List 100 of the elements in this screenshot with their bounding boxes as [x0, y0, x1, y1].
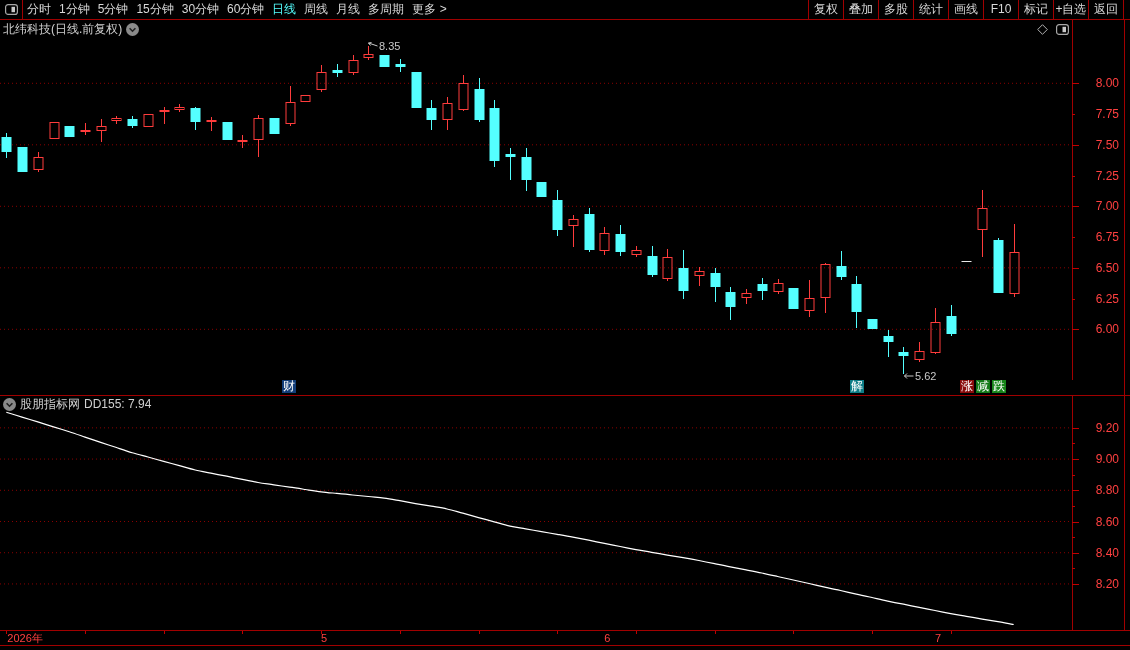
candle: [127, 115, 138, 129]
axis-label: 6.25: [1095, 291, 1119, 306]
candle: [914, 341, 925, 363]
candle: [741, 288, 752, 305]
candle: [568, 214, 579, 248]
toolbar-button[interactable]: +自选: [1053, 0, 1088, 19]
date-label: 6: [604, 632, 611, 644]
arrow-icon: [904, 372, 914, 380]
candle: [599, 226, 610, 256]
candle: [17, 146, 28, 173]
candle: [316, 64, 327, 93]
candle: [804, 279, 815, 318]
period-tab[interactable]: 1分钟: [55, 0, 94, 19]
event-tag[interactable]: 减: [976, 380, 990, 393]
panel-icon: [4, 4, 18, 15]
candle: [867, 318, 878, 330]
event-tag[interactable]: 解: [850, 380, 864, 393]
period-tab[interactable]: 30分钟: [177, 0, 224, 19]
candle: [348, 54, 359, 76]
chart-title: 北纬科技(日线.前复权): [3, 21, 123, 37]
period-tab[interactable]: 60分钟: [223, 0, 269, 19]
diamond-icon[interactable]: [1037, 23, 1048, 35]
candle: [757, 277, 768, 301]
period-tab[interactable]: 15分钟: [132, 0, 178, 19]
candle: [253, 114, 264, 158]
candle: [49, 122, 60, 139]
candle: [363, 45, 374, 61]
toolbar-button[interactable]: 统计: [913, 0, 948, 19]
candle: [694, 266, 705, 287]
candle: [820, 262, 831, 314]
candle: [662, 248, 673, 282]
axis-label: 8.40: [1095, 545, 1119, 560]
candle: [552, 189, 563, 237]
toolbar-button[interactable]: 标记: [1018, 0, 1053, 19]
period-tab[interactable]: 月线: [332, 0, 365, 19]
candle: [190, 106, 201, 131]
toolbar-button[interactable]: 画线: [948, 0, 983, 19]
candle: [458, 74, 469, 112]
candle: [285, 85, 296, 127]
period-tab[interactable]: 5分钟: [93, 0, 133, 19]
candle: [615, 224, 626, 257]
axis-label: 8.20: [1095, 576, 1119, 591]
candle: [111, 115, 122, 125]
candle: [536, 181, 547, 198]
candle: [395, 58, 406, 73]
event-tag[interactable]: 跌: [992, 380, 1006, 393]
candle: [993, 237, 1004, 294]
toolbar-button[interactable]: 多股: [878, 0, 913, 19]
chevron-down-icon[interactable]: [126, 22, 140, 36]
candle: [442, 96, 453, 131]
candle: [96, 118, 107, 143]
toolbar-button[interactable]: 复权: [808, 0, 843, 19]
period-tab[interactable]: 多周期: [364, 0, 409, 19]
panel-icon[interactable]: [1056, 23, 1069, 35]
candle: [379, 54, 390, 68]
candle: [977, 189, 988, 258]
candle: [631, 245, 642, 258]
indicator-name: 股朋指标网: [20, 396, 80, 412]
axis-label: 8.00: [1095, 76, 1119, 91]
candle: [678, 249, 689, 300]
date-label: 2026年: [7, 632, 43, 644]
candle: [411, 71, 422, 109]
axis-label: 8.80: [1095, 483, 1119, 498]
candle: [222, 121, 233, 141]
price-label: 5.62: [915, 370, 937, 382]
candle: [946, 304, 957, 337]
axis-label: 6.00: [1095, 322, 1119, 337]
candle: [584, 207, 595, 253]
toolbar-button[interactable]: 返回: [1088, 0, 1123, 19]
candle: [773, 278, 784, 295]
candle: [300, 95, 311, 102]
candle: [1, 132, 12, 159]
toolbar-button[interactable]: F10: [983, 0, 1018, 19]
axis-label: 7.75: [1095, 107, 1119, 122]
axis-label: 9.00: [1095, 452, 1119, 467]
date-label: 5: [321, 632, 328, 644]
candle: [332, 63, 343, 78]
candle: [725, 286, 736, 321]
candle: [237, 134, 248, 149]
axis-label: 7.25: [1095, 168, 1119, 183]
candle: [489, 99, 500, 168]
axis-label: 6.50: [1095, 260, 1119, 275]
period-tab[interactable]: 更多 >: [408, 0, 451, 19]
candle: [836, 250, 847, 281]
event-tag[interactable]: 涨: [960, 380, 974, 393]
event-tag[interactable]: 财: [282, 380, 296, 393]
toolbar-button[interactable]: 叠加: [843, 0, 878, 19]
period-tab[interactable]: 周线: [300, 0, 333, 19]
candle: [206, 116, 217, 132]
candle: [143, 114, 154, 127]
candle: [64, 125, 75, 138]
period-tab[interactable]: 分时: [23, 0, 55, 19]
chevron-down-icon[interactable]: [3, 397, 16, 411]
candle: [474, 77, 485, 123]
candle: [898, 346, 909, 375]
period-tab[interactable]: 日线: [268, 0, 301, 19]
axis-label: 8.60: [1095, 514, 1119, 529]
candle: [80, 122, 91, 136]
candle: [269, 117, 280, 135]
axis-label: 7.00: [1095, 199, 1119, 214]
